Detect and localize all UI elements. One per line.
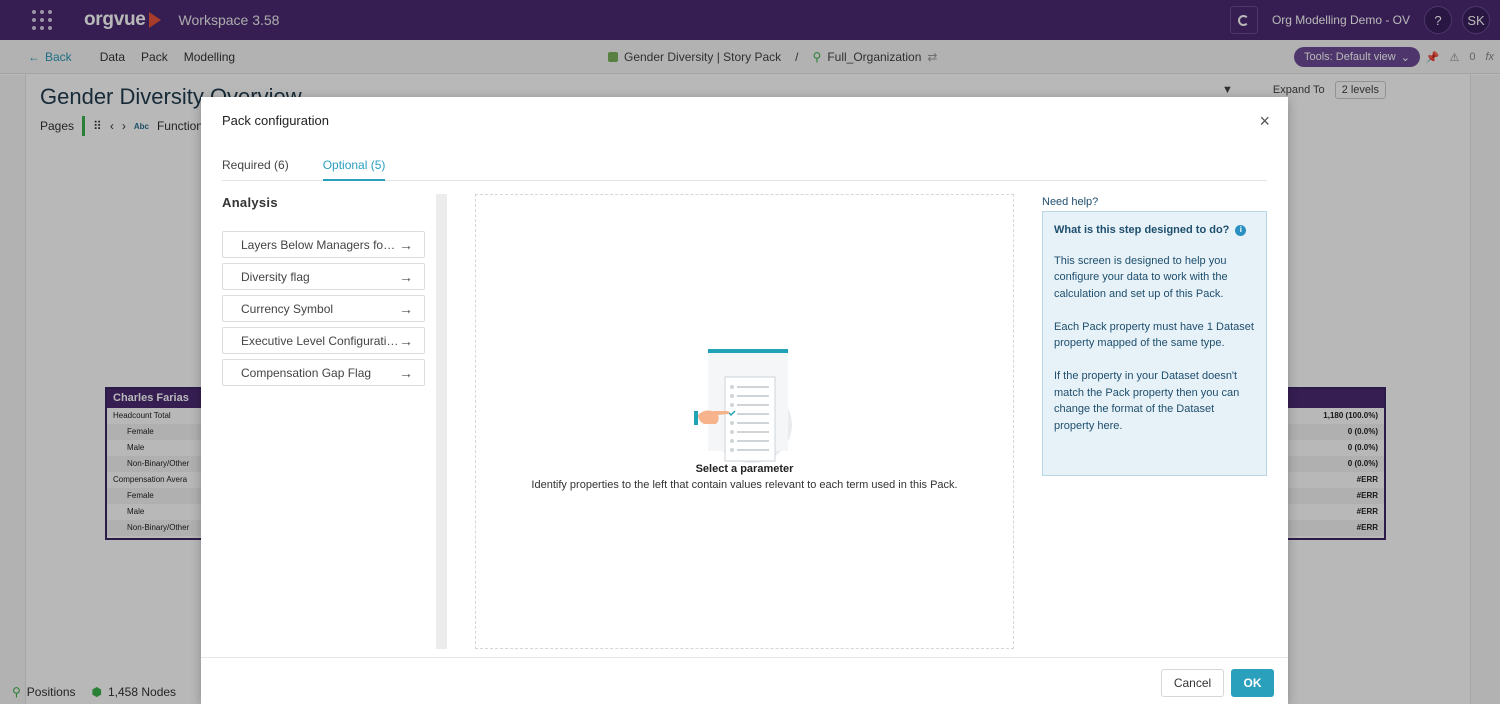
help-panel: What is this step designed to do? i This… (1042, 211, 1267, 476)
empty-state-title: Select a parameter (695, 463, 794, 475)
parameter-label: Currency Symbol (241, 301, 334, 316)
parameter-label: Compensation Gap Flag (241, 365, 372, 380)
empty-state-description: Identify properties to the left that con… (531, 479, 958, 491)
analysis-heading: Analysis (222, 195, 278, 210)
select-parameter-illustration (694, 349, 792, 463)
help-paragraph: This screen is designed to help you conf… (1054, 254, 1228, 300)
parameter-item[interactable]: Compensation Gap Flag → (222, 359, 425, 386)
dialog-title: Pack configuration (222, 113, 329, 128)
parameter-item[interactable]: Diversity flag → (222, 263, 425, 290)
close-icon[interactable]: × (1259, 111, 1270, 131)
arrow-right-icon: → (399, 332, 413, 349)
arrow-right-icon: → (399, 300, 413, 317)
need-help-label: Need help? (1042, 196, 1099, 208)
arrow-right-icon: → (399, 268, 413, 285)
tab-bar: Required (6) Optional (5) (222, 153, 1267, 181)
parameter-label: Layers Below Managers for Analysis (241, 237, 399, 252)
help-question-text: What is this step designed to do? (1054, 224, 1230, 236)
arrow-right-icon: → (399, 236, 413, 253)
parameter-label: Executive Level Configuration (241, 333, 399, 348)
tab-optional[interactable]: Optional (5) (322, 153, 386, 181)
help-question: What is this step designed to do? i (1054, 222, 1255, 239)
arrow-right-icon: → (399, 364, 413, 381)
parameter-item[interactable]: Executive Level Configuration → (222, 327, 425, 354)
help-paragraph: If the property in your Dataset doesn't … (1054, 370, 1240, 432)
help-paragraph: Each Pack property must have 1 Dataset p… (1054, 320, 1254, 350)
parameter-list: Layers Below Managers for Analysis → Div… (222, 231, 425, 391)
parameter-detail-panel: Select a parameter Identify properties t… (475, 194, 1014, 649)
parameter-item[interactable]: Layers Below Managers for Analysis → (222, 231, 425, 258)
cancel-button[interactable]: Cancel (1161, 669, 1224, 697)
list-scrollbar[interactable] (436, 194, 447, 649)
parameter-item[interactable]: Currency Symbol → (222, 295, 425, 322)
info-icon[interactable]: i (1235, 224, 1247, 236)
dialog-footer: Cancel OK (201, 657, 1288, 704)
tab-required[interactable]: Required (6) (222, 153, 289, 181)
ok-button[interactable]: OK (1231, 669, 1274, 697)
parameter-label: Diversity flag (241, 269, 310, 284)
pack-configuration-dialog: Pack configuration × Required (6) Option… (201, 97, 1288, 704)
